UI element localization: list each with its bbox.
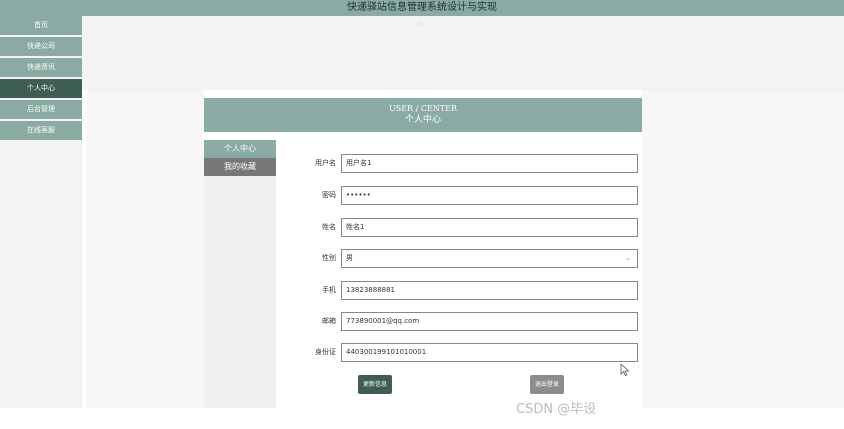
tab-personal-center[interactable]: 个人中心: [204, 140, 276, 158]
nav-item-courier-companies[interactable]: 快递公司: [0, 37, 82, 56]
header-english: USER / CENTER: [388, 104, 458, 113]
user-center-header: USER / CENTER 个人中心: [204, 98, 642, 132]
mouse-cursor-icon: [620, 364, 630, 376]
sidebar-nav: 首页 快递公司 快递资讯 个人中心 后台管理 在线客服: [0, 16, 82, 408]
chevron-down-icon: ⌄: [625, 254, 631, 262]
nav-item-home[interactable]: 首页: [0, 16, 82, 35]
nav-item-online-service[interactable]: 在线客服: [0, 121, 82, 140]
app-title-bar: 快递驿站信息管理系统设计与实现: [0, 0, 844, 16]
nav-item-courier-news[interactable]: 快递资讯: [0, 58, 82, 77]
logout-button[interactable]: 退出登录: [530, 375, 564, 394]
idcard-label: 身份证: [315, 348, 336, 356]
phone-label: 手机: [322, 286, 336, 294]
app-title: 快递驿站信息管理系统设计与实现: [347, 2, 497, 13]
main-margin-left: [86, 90, 204, 408]
main-margin-right: [642, 90, 844, 408]
name-input[interactable]: 姓名1: [341, 218, 638, 237]
phone-input[interactable]: 13823888881: [341, 281, 638, 300]
username-label: 用户名: [315, 159, 336, 167]
email-label: 邮箱: [322, 317, 336, 325]
password-label: 密码: [322, 191, 336, 199]
update-info-button[interactable]: 更新信息: [358, 375, 392, 394]
username-input[interactable]: 用户名1: [341, 154, 638, 173]
nav-item-personal-center[interactable]: 个人中心: [0, 79, 82, 98]
gender-select[interactable]: 男 ⌄: [341, 249, 638, 268]
user-side-panel: 个人中心 我的收藏: [204, 140, 276, 408]
top-banner: [82, 16, 844, 90]
loading-spinner-icon: ⁘: [417, 20, 425, 30]
gender-label: 性别: [322, 254, 336, 262]
watermark: CSDN @毕设: [516, 402, 597, 417]
name-label: 姓名: [322, 223, 336, 231]
nav-item-admin[interactable]: 后台管理: [0, 100, 82, 119]
email-input[interactable]: 773890001@qq.com: [341, 312, 638, 331]
tab-my-favorites[interactable]: 我的收藏: [204, 158, 276, 176]
gender-value: 男: [346, 254, 353, 262]
header-chinese: 个人中心: [404, 115, 441, 125]
password-input[interactable]: ••••••: [341, 186, 638, 205]
idcard-input[interactable]: 440300199101010001: [341, 343, 638, 362]
